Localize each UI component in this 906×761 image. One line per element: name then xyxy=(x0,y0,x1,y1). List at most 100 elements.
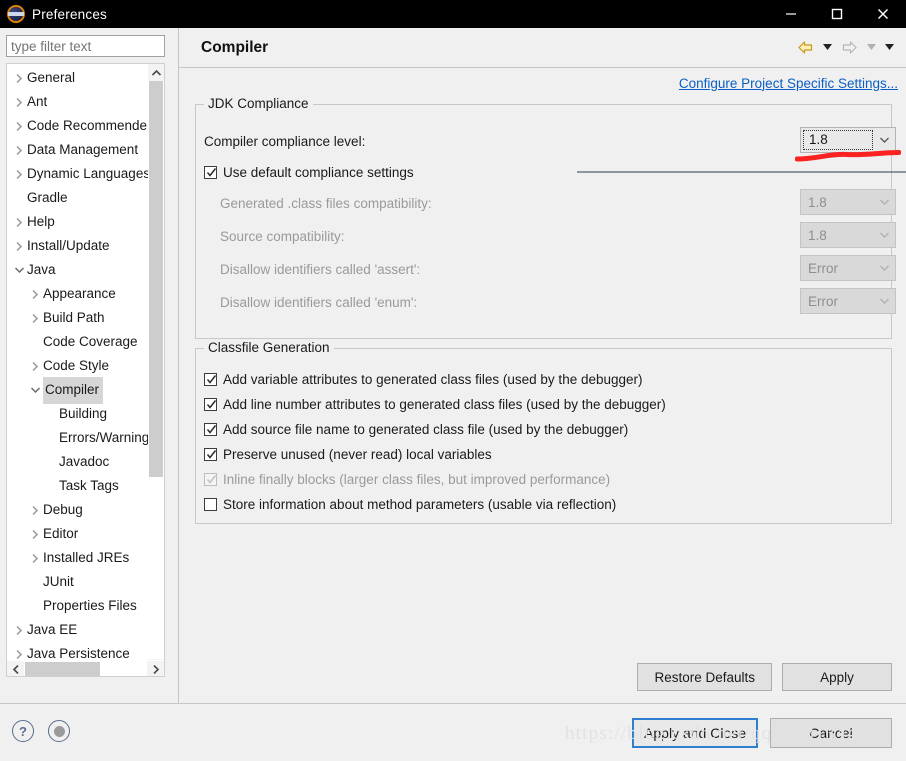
scroll-up-icon[interactable] xyxy=(148,64,164,81)
title-bar: Preferences xyxy=(0,0,906,28)
chevron-right-icon[interactable] xyxy=(11,121,27,132)
jdk-compliance-group: JDK Compliance Compiler compliance level… xyxy=(195,96,896,339)
sidebar-item-java-ee[interactable]: Java EE xyxy=(7,618,153,642)
chevron-down-icon xyxy=(873,289,895,313)
chevron-down-icon[interactable] xyxy=(11,266,27,274)
restore-defaults-button[interactable]: Restore Defaults xyxy=(637,663,772,691)
back-dropdown-icon[interactable] xyxy=(820,37,834,59)
classfile-option-checkbox[interactable] xyxy=(204,423,217,436)
sidebar-item-errors-warnings[interactable]: Errors/Warnings xyxy=(7,426,153,450)
chevron-right-icon[interactable] xyxy=(27,361,43,372)
classfile-option-label: Add line number attributes to generated … xyxy=(223,397,666,412)
apply-button[interactable]: Apply xyxy=(782,663,892,691)
back-arrow-icon[interactable] xyxy=(794,37,816,59)
sidebar-item-label: Code Recommenders xyxy=(27,118,153,133)
sidebar-item-javadoc[interactable]: Javadoc xyxy=(7,450,153,474)
classfile-option-checkbox[interactable] xyxy=(204,373,217,386)
scroll-right-icon[interactable] xyxy=(147,661,164,676)
sidebar-item-label: General xyxy=(27,70,76,85)
sidebar-item-gradle[interactable]: Gradle xyxy=(7,186,153,210)
sidebar-item-java[interactable]: Java xyxy=(7,258,153,282)
chevron-right-icon[interactable] xyxy=(11,649,27,660)
sidebar-item-code-recommenders[interactable]: Code Recommenders xyxy=(7,114,153,138)
classfile-generation-group-label: Classfile Generation xyxy=(204,340,334,355)
sidebar-item-data-management[interactable]: Data Management xyxy=(7,138,153,162)
preferences-tree[interactable]: General Ant Code Recommenders Data Manageme… xyxy=(6,63,165,677)
use-default-compliance-row[interactable]: Use default compliance settings xyxy=(204,160,414,184)
sidebar: General Ant Code Recommenders Data Manageme… xyxy=(0,28,178,703)
sidebar-item-help[interactable]: Help xyxy=(7,210,153,234)
page-title: Compiler xyxy=(201,38,269,56)
chevron-right-icon[interactable] xyxy=(11,217,27,228)
sidebar-item-code-style[interactable]: Code Style xyxy=(7,354,153,378)
sidebar-item-install-update[interactable]: Install/Update xyxy=(7,234,153,258)
use-default-compliance-checkbox[interactable] xyxy=(204,165,217,179)
sidebar-item-dynamic-languages[interactable]: Dynamic Languages xyxy=(7,162,153,186)
classfile-option-row: Inline finally blocks (larger class file… xyxy=(204,467,666,492)
view-menu-icon[interactable] xyxy=(882,37,896,59)
chevron-right-icon[interactable] xyxy=(11,73,27,84)
chevron-right-icon[interactable] xyxy=(11,145,27,156)
sidebar-item-code-coverage[interactable]: Code Coverage xyxy=(7,330,153,354)
filter-input[interactable] xyxy=(6,35,165,57)
tree-horizontal-scrollbar[interactable] xyxy=(7,660,164,676)
classfile-option-row[interactable]: Add line number attributes to generated … xyxy=(204,392,666,417)
annotation-arrow xyxy=(577,171,906,173)
sidebar-item-installed-jres[interactable]: Installed JREs xyxy=(7,546,153,570)
compliance-level-combo[interactable]: 1.8 xyxy=(800,127,896,153)
sidebar-item-task-tags[interactable]: Task Tags xyxy=(7,474,153,498)
sidebar-item-junit[interactable]: JUnit xyxy=(7,570,153,594)
sidebar-item-properties-files[interactable]: Properties Files xyxy=(7,594,153,618)
chevron-right-icon[interactable] xyxy=(27,313,43,324)
classfile-option-row[interactable]: Store information about method parameter… xyxy=(204,492,666,517)
classfile-option-checkbox[interactable] xyxy=(204,498,217,511)
question-mark-icon[interactable]: ? xyxy=(12,720,34,742)
preference-page: Compiler Configure Project Specific Sett… xyxy=(178,28,906,703)
forward-arrow-icon[interactable] xyxy=(838,37,860,59)
sidebar-item-label: Editor xyxy=(43,526,79,541)
chevron-down-icon[interactable] xyxy=(27,386,43,394)
jdk-field-value: Error xyxy=(808,293,838,309)
apply-and-close-button[interactable]: Apply and Close xyxy=(632,718,758,748)
scroll-left-icon[interactable] xyxy=(7,661,24,676)
configure-project-specific-settings-link[interactable]: Configure Project Specific Settings... xyxy=(679,76,898,91)
forward-dropdown-icon[interactable] xyxy=(864,37,878,59)
oomph-recorder-icon[interactable] xyxy=(48,720,70,742)
jdk-field-combo: 1.8 xyxy=(800,222,896,248)
chevron-right-icon[interactable] xyxy=(11,97,27,108)
sidebar-item-label: Help xyxy=(27,214,55,229)
chevron-right-icon[interactable] xyxy=(11,169,27,180)
sidebar-item-debug[interactable]: Debug xyxy=(7,498,153,522)
classfile-option-checkbox[interactable] xyxy=(204,448,217,461)
classfile-option-row[interactable]: Add source file name to generated class … xyxy=(204,417,666,442)
chevron-right-icon[interactable] xyxy=(11,241,27,252)
sidebar-item-editor[interactable]: Editor xyxy=(7,522,153,546)
sidebar-item-appearance[interactable]: Appearance xyxy=(7,282,153,306)
chevron-right-icon[interactable] xyxy=(11,625,27,636)
classfile-option-checkbox[interactable] xyxy=(204,398,217,411)
sidebar-item-ant[interactable]: Ant xyxy=(7,90,153,114)
jdk-field-row: Source compatibility: xyxy=(220,224,345,248)
minimize-button[interactable] xyxy=(768,0,814,28)
chevron-right-icon[interactable] xyxy=(27,529,43,540)
maximize-button[interactable] xyxy=(814,0,860,28)
chevron-right-icon[interactable] xyxy=(27,289,43,300)
compliance-level-value: 1.8 xyxy=(803,130,873,150)
chevron-right-icon[interactable] xyxy=(27,505,43,516)
sidebar-item-compiler[interactable]: Compiler xyxy=(7,376,153,404)
sidebar-item-building[interactable]: Building xyxy=(7,402,153,426)
sidebar-item-label: Build Path xyxy=(43,310,105,325)
tree-scroll-thumb[interactable] xyxy=(149,81,163,477)
tree-vertical-scrollbar[interactable] xyxy=(148,64,164,676)
sidebar-item-label: JUnit xyxy=(43,574,74,589)
chevron-down-icon xyxy=(873,256,895,280)
jdk-field-value: 1.8 xyxy=(808,227,827,243)
chevron-right-icon[interactable] xyxy=(27,553,43,564)
sidebar-item-general[interactable]: General xyxy=(7,66,153,90)
classfile-option-row[interactable]: Preserve unused (never read) local varia… xyxy=(204,442,666,467)
sidebar-item-build-path[interactable]: Build Path xyxy=(7,306,153,330)
tree-hscroll-thumb[interactable] xyxy=(25,662,100,676)
close-button[interactable] xyxy=(860,0,906,28)
classfile-option-row[interactable]: Add variable attributes to generated cla… xyxy=(204,367,666,392)
cancel-button[interactable]: Cancel xyxy=(770,718,892,748)
